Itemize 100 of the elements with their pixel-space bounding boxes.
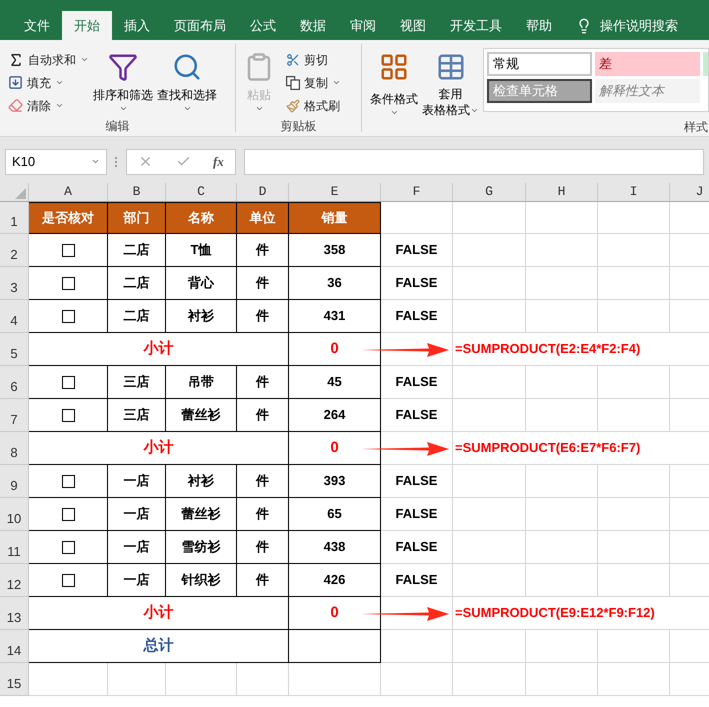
- cell-style-swatch[interactable]: 解释性文本: [595, 79, 700, 103]
- row-number[interactable]: 9: [0, 465, 29, 498]
- find-select-button[interactable]: 查找和选择: [157, 48, 217, 117]
- column-header[interactable]: F: [381, 183, 453, 201]
- column-header[interactable]: H: [526, 183, 598, 201]
- empty-cell: [598, 663, 670, 696]
- checkbox[interactable]: [62, 540, 74, 554]
- table-cell: 部门: [108, 202, 166, 234]
- checkbox[interactable]: [62, 508, 74, 520]
- empty-cell: [598, 399, 670, 432]
- column-header[interactable]: A: [29, 183, 108, 201]
- row-number[interactable]: 6: [0, 366, 29, 399]
- paintbrush-icon: [286, 98, 300, 112]
- grid-icon: [379, 52, 409, 82]
- empty-cell: [526, 202, 598, 234]
- table-cell: 小计: [29, 333, 289, 366]
- table-cell: 件: [237, 366, 289, 399]
- row-number[interactable]: 11: [0, 531, 29, 564]
- column-header[interactable]: D: [237, 183, 289, 201]
- table-cell: 一店: [108, 465, 166, 498]
- ribbon-tab[interactable]: 公式: [238, 11, 288, 40]
- cell-style-swatch[interactable]: 差: [595, 52, 700, 76]
- empty-cell: [598, 531, 670, 564]
- table-cell: FALSE: [381, 465, 453, 498]
- table-cell: 438: [289, 531, 381, 564]
- ribbon-button[interactable]: 填充: [4, 71, 93, 94]
- ribbon-button[interactable]: 清除: [4, 94, 93, 117]
- ribbon-tab[interactable]: 插入: [112, 11, 162, 40]
- empty-cell: [526, 267, 598, 300]
- column-header[interactable]: C: [166, 183, 237, 201]
- table-cell: FALSE: [381, 498, 453, 531]
- row-number[interactable]: 12: [0, 564, 29, 597]
- conditional-format-button[interactable]: 条件格式: [362, 48, 418, 118]
- table-cell: 衬衫: [166, 465, 237, 498]
- column-header[interactable]: J: [670, 183, 709, 201]
- table-cell: 件: [237, 267, 289, 300]
- checkbox[interactable]: [62, 276, 74, 290]
- dropdown-caret-icon: [390, 108, 398, 117]
- table-cell: 背心: [166, 267, 237, 300]
- ribbon-tab[interactable]: 审阅: [338, 11, 388, 40]
- table-cell: 吊带: [166, 366, 237, 399]
- row-number[interactable]: 10: [0, 498, 29, 531]
- empty-cell: [526, 399, 598, 432]
- checkbox[interactable]: [62, 474, 74, 488]
- search-icon: [172, 52, 202, 82]
- column-header[interactable]: E: [289, 183, 381, 201]
- empty-cell: [166, 663, 237, 696]
- sort-filter-button[interactable]: 排序和筛选: [93, 48, 153, 117]
- ribbon-tab[interactable]: 数据: [288, 11, 338, 40]
- empty-cell: [526, 663, 598, 696]
- table-cell: 0: [289, 432, 381, 465]
- scissors-icon: [286, 52, 300, 66]
- checkbox[interactable]: [62, 244, 74, 256]
- cell-style-swatch[interactable]: 常规: [487, 52, 592, 76]
- ribbon-tab[interactable]: 开始: [62, 11, 112, 40]
- copy-icon: [286, 76, 300, 90]
- ribbon-button[interactable]: 剪切: [282, 48, 345, 71]
- row-number[interactable]: 2: [0, 234, 29, 267]
- empty-cell: [526, 300, 598, 333]
- table-cell: 件: [237, 531, 289, 564]
- group-label: 样式: [683, 119, 709, 136]
- tell-me-search[interactable]: 操作说明搜索: [600, 16, 678, 36]
- ribbon-tab[interactable]: 开发工具: [438, 11, 514, 40]
- column-header[interactable]: G: [453, 183, 526, 201]
- table-cell: 358: [289, 234, 381, 267]
- ribbon-button[interactable]: 复制: [282, 71, 345, 94]
- row-number[interactable]: 3: [0, 267, 29, 300]
- ribbon-tab[interactable]: 页面布局: [162, 11, 238, 40]
- name-box[interactable]: K10: [5, 148, 107, 174]
- column-header[interactable]: B: [108, 183, 166, 201]
- ribbon-tab[interactable]: 视图: [388, 11, 438, 40]
- empty-cell: [108, 663, 166, 696]
- insert-function-button[interactable]: fx: [212, 152, 224, 172]
- row-number[interactable]: 14: [0, 630, 29, 663]
- row-number[interactable]: 7: [0, 399, 29, 432]
- table-cell: 三店: [108, 366, 166, 399]
- ribbon-tab[interactable]: 帮助: [514, 11, 564, 40]
- checkbox[interactable]: [62, 408, 74, 422]
- table-icon: [436, 52, 466, 82]
- row-number[interactable]: 1: [0, 202, 29, 234]
- row-number[interactable]: 4: [0, 300, 29, 333]
- table-cell: 名称: [166, 202, 237, 234]
- row-number[interactable]: 13: [0, 597, 29, 630]
- group-label: 剪贴板: [280, 118, 318, 135]
- ribbon-tab[interactable]: 文件: [12, 11, 62, 40]
- checkbox[interactable]: [62, 310, 74, 322]
- checkbox[interactable]: [62, 574, 74, 586]
- ribbon-button[interactable]: 格式刷: [282, 94, 345, 117]
- table-cell: FALSE: [381, 531, 453, 564]
- table-cell: 二店: [108, 300, 166, 333]
- table-format-button[interactable]: 套用 表格格式: [422, 48, 479, 118]
- checkbox[interactable]: [62, 376, 74, 388]
- row-number[interactable]: 15: [0, 663, 29, 696]
- formula-input[interactable]: [244, 148, 704, 174]
- ribbon-button[interactable]: 自动求和: [4, 48, 93, 71]
- row-number[interactable]: 5: [0, 333, 29, 366]
- group-label: 编辑: [104, 118, 130, 135]
- column-header[interactable]: I: [598, 183, 670, 201]
- table-cell: 一店: [108, 531, 166, 564]
- row-number[interactable]: 8: [0, 432, 29, 465]
